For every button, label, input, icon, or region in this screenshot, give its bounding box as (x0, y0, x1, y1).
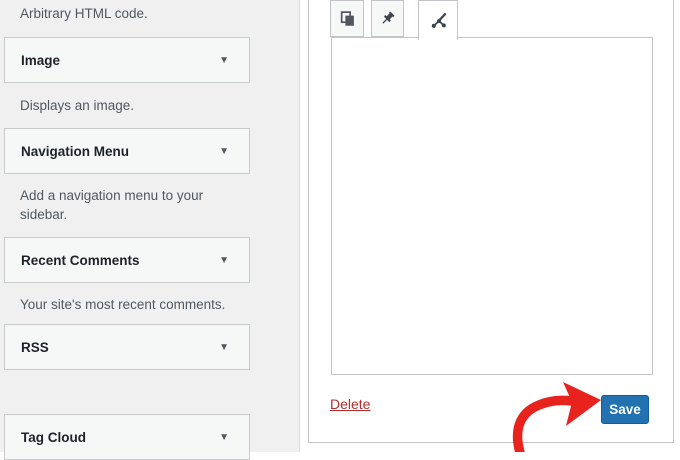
pin-icon (379, 10, 396, 27)
widget-description-recent-comments: Your site's most recent comments. (20, 295, 225, 314)
available-widgets-sidebar: Arbitrary HTML code. Image ▼ Displays an… (0, 0, 300, 452)
copy-pages-icon (339, 10, 356, 27)
tab-post-types[interactable] (371, 0, 404, 37)
taxonomy-settings-panel (331, 37, 653, 375)
save-button[interactable]: Save (601, 395, 649, 424)
chevron-down-icon: ▼ (219, 255, 229, 266)
chevron-down-icon: ▼ (219, 55, 229, 66)
widget-card-recent-comments[interactable]: Recent Comments ▼ (4, 237, 250, 283)
widget-card-label: Image (21, 53, 60, 68)
widget-card-label: Navigation Menu (21, 144, 129, 159)
widget-description-html: Arbitrary HTML code. (20, 6, 148, 21)
widget-card-label: Tag Cloud (21, 430, 86, 445)
widget-description-image: Displays an image. (20, 96, 134, 115)
chevron-down-icon: ▼ (219, 432, 229, 443)
taxonomy-branch-icon (430, 12, 447, 29)
chevron-down-icon: ▼ (219, 342, 229, 353)
chevron-down-icon: ▼ (219, 146, 229, 157)
widget-card-tag-cloud[interactable]: Tag Cloud ▼ (4, 414, 250, 460)
widget-card-navigation-menu[interactable]: Navigation Menu ▼ (4, 128, 250, 174)
tab-pages[interactable] (330, 0, 364, 37)
delete-link[interactable]: Delete (330, 396, 370, 412)
widget-card-label: RSS (21, 340, 49, 355)
widget-card-label: Recent Comments (21, 253, 140, 268)
tab-taxonomies-active[interactable] (418, 0, 458, 40)
widget-card-rss[interactable]: RSS ▼ (4, 324, 250, 370)
widget-description-navigation-menu: Add a navigation menu to your sidebar. (20, 186, 225, 224)
widget-card-image[interactable]: Image ▼ (4, 37, 250, 83)
